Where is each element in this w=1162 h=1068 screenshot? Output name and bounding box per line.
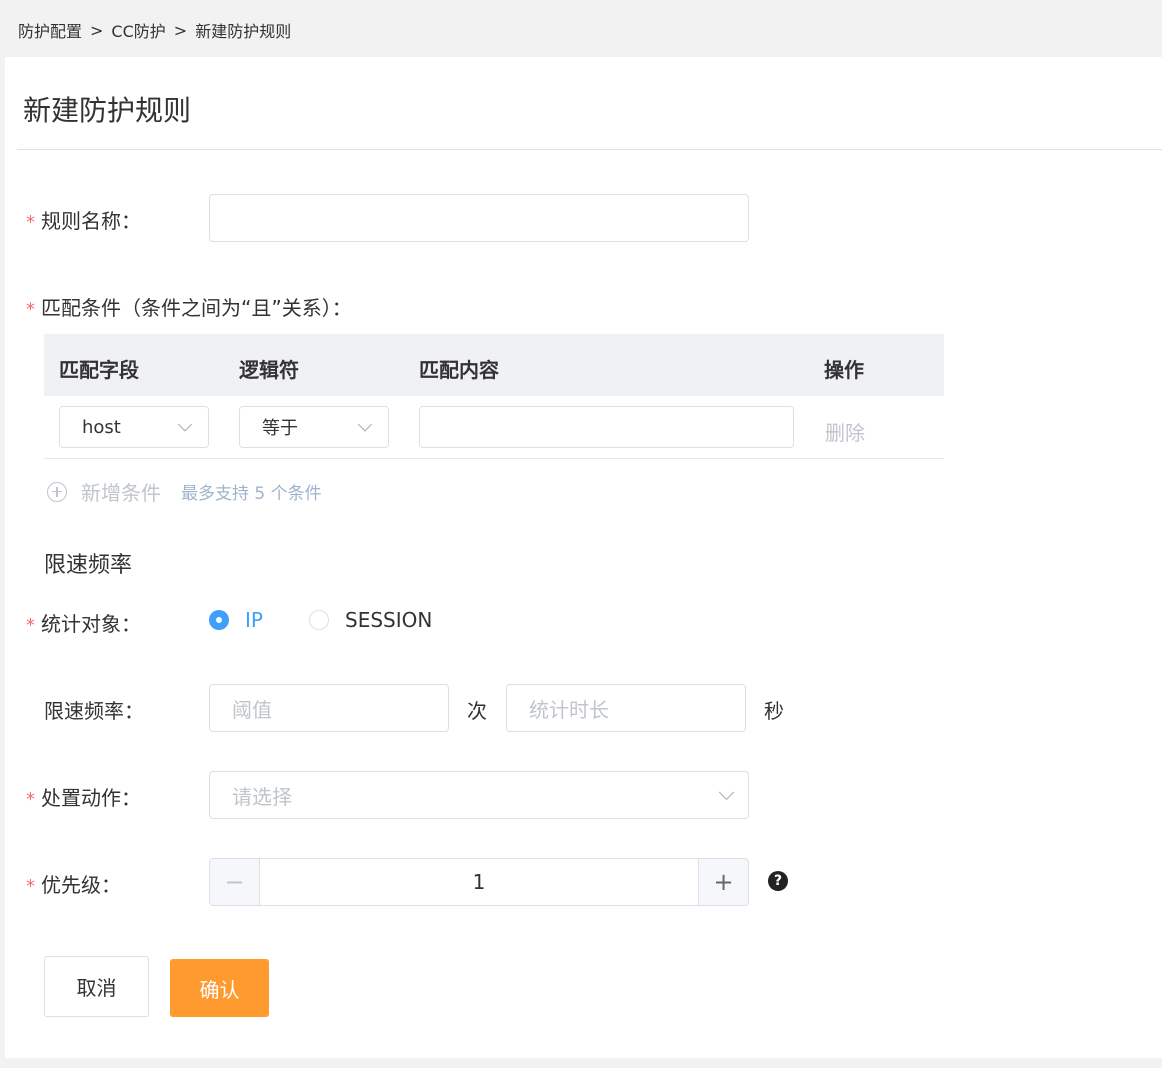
page-title: 新建防护规则	[23, 94, 192, 127]
breadcrumb-separator: >	[173, 20, 188, 40]
column-header-field: 匹配字段	[59, 358, 139, 382]
form-panel: 新建防护规则 * 规则名称： * 匹配条件（条件之间为“且”关系）： 匹配字段 逻辑…	[5, 57, 1162, 1058]
priority-value[interactable]: 1	[260, 859, 698, 905]
add-condition-button[interactable]: 新增条件 最多支持 5 个条件	[44, 477, 322, 506]
column-header-content: 匹配内容	[419, 358, 499, 382]
rule-name-label: * 规则名称：	[26, 209, 141, 233]
duration-input[interactable]: 统计时长	[506, 684, 746, 732]
confirm-button[interactable]: 确认	[170, 959, 269, 1017]
required-mark: *	[26, 789, 35, 810]
radio-unchecked-icon	[309, 610, 329, 630]
action-label: * 处置动作：	[26, 786, 141, 810]
table-header: 匹配字段 逻辑符 匹配内容 操作	[44, 334, 944, 396]
required-mark: *	[26, 615, 35, 636]
times-unit: 次	[467, 699, 487, 723]
breadcrumb-item-cc-protection[interactable]: CC防护	[111, 18, 165, 42]
radio-session[interactable]: SESSION	[309, 608, 432, 632]
add-condition-label: 新增条件	[81, 481, 161, 505]
match-conditions-label: * 匹配条件（条件之间为“且”关系）：	[26, 296, 352, 320]
radio-ip[interactable]: IP	[209, 608, 263, 632]
delete-condition-button[interactable]: 删除	[825, 417, 865, 446]
seconds-unit: 秒	[764, 699, 784, 723]
help-icon[interactable]: ?	[768, 871, 788, 891]
stat-target-label: * 统计对象：	[26, 612, 141, 636]
match-conditions-table: 匹配字段 逻辑符 匹配内容 操作 host 等于 删除	[44, 334, 944, 459]
chevron-down-icon	[357, 417, 373, 432]
radio-checked-icon	[209, 610, 229, 630]
chevron-down-icon	[718, 784, 735, 801]
required-mark: *	[26, 212, 35, 233]
rule-name-input[interactable]	[209, 194, 749, 242]
rate-limit-label: 限速频率：	[44, 699, 144, 723]
rate-section-title: 限速频率	[44, 553, 133, 578]
required-mark: *	[26, 876, 35, 897]
priority-stepper[interactable]: − 1 +	[209, 858, 749, 906]
threshold-input[interactable]: 阈值	[209, 684, 449, 732]
operator-select[interactable]: 等于	[239, 406, 389, 448]
action-select[interactable]: 请选择	[209, 771, 749, 819]
priority-label: * 优先级：	[26, 873, 121, 897]
chevron-down-icon	[177, 417, 193, 432]
decrement-button[interactable]: −	[210, 859, 260, 905]
plus-circle-icon	[47, 481, 67, 502]
breadcrumb-separator: >	[90, 20, 104, 40]
column-header-operator: 逻辑符	[239, 358, 299, 382]
breadcrumb-item-protection-config[interactable]: 防护配置	[18, 18, 82, 42]
title-divider	[17, 149, 1162, 150]
add-condition-hint: 最多支持 5 个条件	[181, 484, 322, 504]
match-field-select[interactable]: host	[59, 406, 209, 448]
column-header-action: 操作	[824, 358, 864, 382]
required-mark: *	[26, 299, 35, 320]
match-content-input[interactable]	[419, 406, 794, 448]
table-row: host 等于 删除	[44, 396, 944, 459]
breadcrumb-item-current: 新建防护规则	[195, 22, 292, 41]
increment-button[interactable]: +	[698, 859, 748, 905]
breadcrumb: 防护配置 > CC防护 > 新建防护规则	[18, 18, 291, 42]
cancel-button[interactable]: 取消	[44, 956, 149, 1017]
